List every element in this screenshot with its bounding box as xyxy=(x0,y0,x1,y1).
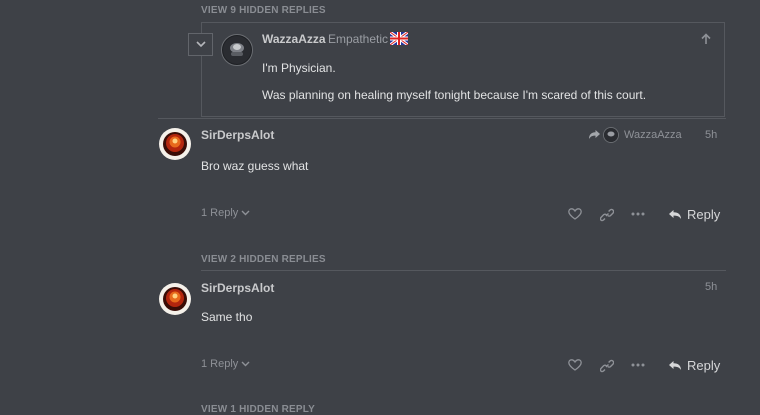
post-divider xyxy=(158,118,726,119)
post-username[interactable]: SirDerpsAlot xyxy=(201,128,274,142)
user-title: Empathetic xyxy=(328,32,389,46)
reply-button[interactable]: Reply xyxy=(668,358,720,373)
reply-to-username[interactable]: WazzaAzza xyxy=(624,129,682,141)
view-hidden-replies-link[interactable]: VIEW 2 HIDDEN REPLIES xyxy=(201,254,326,265)
replies-count: 1 Reply xyxy=(201,358,239,370)
post-time: 5h xyxy=(705,281,718,293)
avatar[interactable] xyxy=(221,34,253,66)
post-username[interactable]: SirDerpsAlot xyxy=(201,281,274,295)
reply-label: Reply xyxy=(687,358,721,373)
quoted-line-1: I'm Physician. xyxy=(262,61,336,75)
post-body: Same tho xyxy=(201,310,253,324)
chevron-down-icon xyxy=(195,41,206,48)
reply-button[interactable]: Reply xyxy=(668,207,720,222)
like-button[interactable] xyxy=(567,207,583,221)
ellipsis-icon xyxy=(631,212,645,216)
reply-to-avatar[interactable] xyxy=(603,127,619,143)
link-icon xyxy=(599,359,614,372)
quoted-line-2: Was planning on healing myself tonight b… xyxy=(262,88,647,102)
more-options-button[interactable] xyxy=(630,360,646,370)
avatar[interactable] xyxy=(159,128,191,160)
share-link-button[interactable] xyxy=(599,358,614,373)
chevron-down-icon xyxy=(241,361,250,367)
ellipsis-icon xyxy=(631,363,645,367)
more-options-button[interactable] xyxy=(630,209,646,219)
share-link-button[interactable] xyxy=(599,207,614,222)
reply-icon xyxy=(669,210,681,219)
chevron-down-icon xyxy=(241,210,250,216)
replies-count: 1 Reply xyxy=(201,207,239,219)
replies-toggle[interactable]: 1 Reply xyxy=(201,358,250,370)
heart-icon xyxy=(568,359,582,371)
reply-icon xyxy=(669,361,681,370)
link-icon xyxy=(599,208,614,221)
arrow-up-icon[interactable] xyxy=(699,32,713,46)
heart-icon xyxy=(568,208,582,220)
post-body: Bro waz guess what xyxy=(201,159,309,173)
post-time: 5h xyxy=(705,129,718,141)
avatar[interactable] xyxy=(159,283,191,315)
quoted-username[interactable]: WazzaAzza xyxy=(262,32,326,46)
collapse-quote-button[interactable] xyxy=(188,33,213,56)
reply-arrow-icon xyxy=(588,129,601,140)
like-button[interactable] xyxy=(567,358,583,372)
reply-label: Reply xyxy=(687,207,721,222)
replies-toggle[interactable]: 1 Reply xyxy=(201,207,250,219)
uk-flag-icon xyxy=(389,30,409,47)
post-divider xyxy=(201,270,726,271)
view-hidden-replies-link[interactable]: VIEW 9 HIDDEN REPLIES xyxy=(201,5,326,16)
